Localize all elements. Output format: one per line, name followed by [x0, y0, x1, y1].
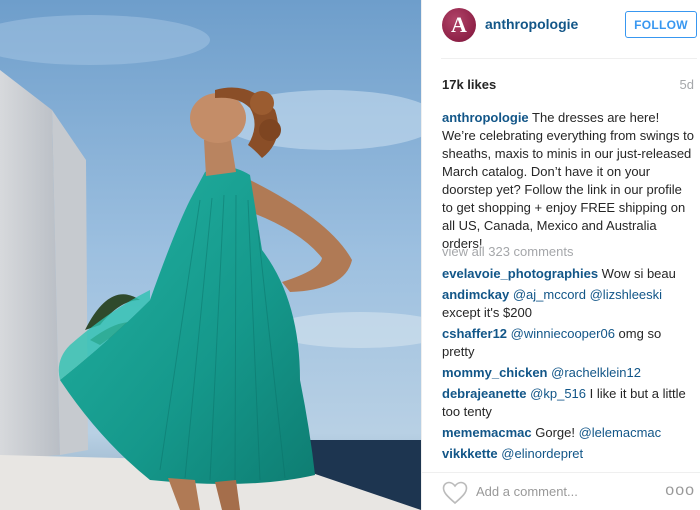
- heart-icon[interactable]: [442, 481, 468, 505]
- comment-mention[interactable]: @rachelklein12: [551, 365, 641, 380]
- caption-username[interactable]: anthropologie: [442, 110, 529, 125]
- comment-mention[interactable]: @lelemacmac: [579, 425, 662, 440]
- comment-mention[interactable]: @aj_mccord @lizshleeski: [513, 287, 662, 302]
- comment-username[interactable]: evelavoie_photographies: [442, 266, 598, 281]
- comments-list: evelavoie_photographies Wow si beau andi…: [442, 265, 694, 466]
- follow-button[interactable]: FOLLOW: [625, 11, 697, 38]
- post-header: A anthropologie FOLLOW: [422, 0, 700, 50]
- photo-illustration: [0, 0, 421, 510]
- comment-mention[interactable]: @kp_516: [530, 386, 586, 401]
- likes-count[interactable]: 17k likes: [442, 77, 496, 92]
- post-caption: anthropologie The dresses are here! We’r…: [442, 109, 694, 253]
- list-item: debrajeanette @kp_516 I like it but a li…: [442, 385, 694, 421]
- caption-text: The dresses are here! We’re celebrating …: [442, 110, 694, 251]
- comment-text: except it's $200: [442, 305, 532, 320]
- view-all-comments-link[interactable]: view all 323 comments: [442, 244, 574, 259]
- post-age[interactable]: 5d: [680, 77, 694, 92]
- post-footer: Add a comment... ooo: [422, 472, 700, 510]
- list-item: cshaffer12 @winniecooper06 omg so pretty: [442, 325, 694, 361]
- comment-mention[interactable]: @elinordepret: [501, 446, 583, 461]
- avatar[interactable]: A: [442, 8, 476, 42]
- list-item: vikkkette @elinordepret: [442, 445, 694, 463]
- comment-username[interactable]: mememacmac: [442, 425, 532, 440]
- comment-text: Gorge!: [531, 425, 579, 440]
- more-options-icon[interactable]: ooo: [665, 482, 695, 500]
- list-item: evelavoie_photographies Wow si beau: [442, 265, 694, 283]
- list-item: andimckay @aj_mccord @lizshleeski except…: [442, 286, 694, 322]
- post-photo[interactable]: [0, 0, 421, 510]
- list-item: mememacmac Gorge! @lelemacmac: [442, 424, 694, 442]
- comment-input[interactable]: Add a comment...: [476, 484, 578, 499]
- list-item: mommy_chicken @rachelklein12: [442, 364, 694, 382]
- post-username[interactable]: anthropologie: [485, 16, 578, 32]
- comment-mention[interactable]: @winniecooper06: [511, 326, 615, 341]
- comment-username[interactable]: andimckay: [442, 287, 509, 302]
- comment-username[interactable]: mommy_chicken: [442, 365, 548, 380]
- post-details-panel: A anthropologie FOLLOW 17k likes 5d anth…: [421, 0, 700, 510]
- comment-username[interactable]: vikkkette: [442, 446, 498, 461]
- comment-username[interactable]: debrajeanette: [442, 386, 527, 401]
- header-divider: [441, 58, 697, 59]
- comment-text: Wow si beau: [598, 266, 676, 281]
- comment-username[interactable]: cshaffer12: [442, 326, 507, 341]
